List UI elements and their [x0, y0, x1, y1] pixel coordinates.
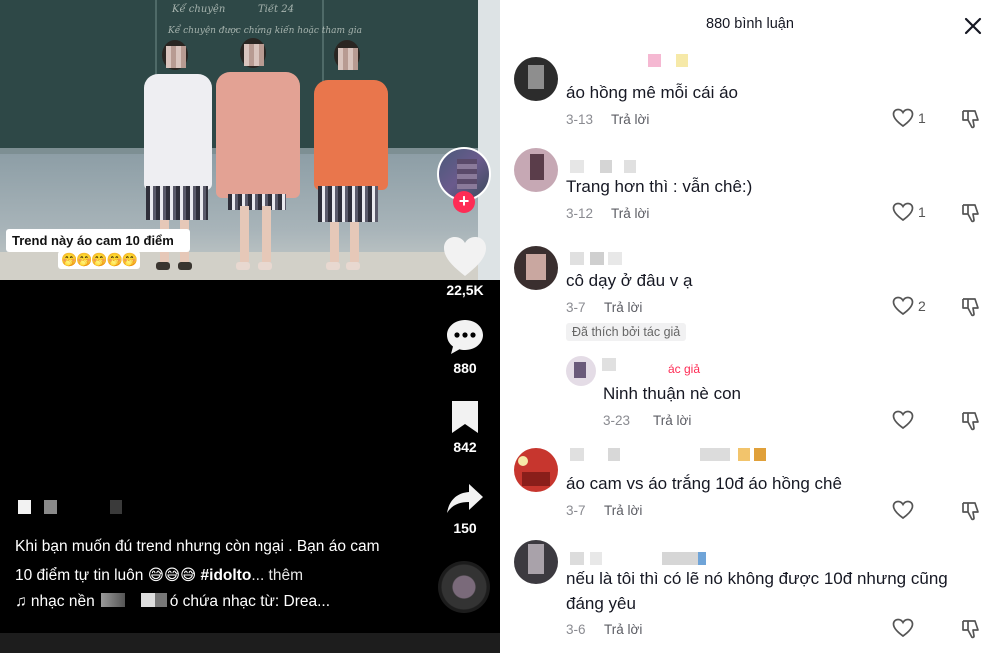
see-more-link[interactable]: ... thêm	[251, 567, 303, 584]
comment-like-button[interactable]	[892, 500, 932, 522]
reply-button[interactable]: Trả lời	[611, 206, 649, 221]
reply-button[interactable]: Trả lời	[653, 413, 691, 428]
dislike-icon[interactable]	[960, 410, 984, 432]
like-count: 22,5K	[446, 282, 484, 298]
comment-like-button[interactable]: 1	[892, 108, 932, 130]
close-icon[interactable]	[962, 15, 984, 37]
comment-item: cô dạy ở đâu v ạ 3-7 Trả lời 2 Đã thích …	[500, 246, 1000, 346]
video-player[interactable]: Kể chuyện Tiết 24 Kể chuyện được chứng k…	[0, 0, 500, 653]
comment-button[interactable]: 880	[430, 318, 500, 376]
comment-text: nếu là tôi thì có lẽ nó không được 10đ n…	[566, 569, 948, 613]
hashtag-link[interactable]: #idolto	[201, 567, 252, 584]
comment-text: Trang hơn thì : vẫn chê:)	[566, 177, 753, 196]
dislike-icon[interactable]	[960, 296, 984, 318]
comment-like-button[interactable]	[892, 410, 932, 432]
comments-count-title: 880 bình luận	[706, 16, 794, 32]
author-badge: ác giả	[668, 362, 701, 376]
description-text: Khi bạn muốn đú trend nhưng còn ngại . B…	[15, 538, 380, 584]
reply-button[interactable]: Trả lời	[604, 622, 642, 637]
comment-text: áo hồng mê mỗi cái áo	[566, 83, 738, 102]
avatar[interactable]	[514, 246, 558, 290]
comment-bubble-icon	[447, 320, 483, 354]
blackboard-text: Kể chuyện được chứng kiến hoặc tham gia	[168, 26, 362, 36]
avatar[interactable]	[566, 356, 596, 386]
comment-like-button[interactable]: 1	[892, 202, 932, 224]
heart-outline-icon	[892, 618, 914, 638]
video-caption: Trend này áo cam 10 điểm	[6, 229, 190, 252]
share-count: 150	[453, 520, 477, 536]
heart-icon	[444, 237, 486, 276]
music-disc-icon[interactable]	[438, 561, 490, 613]
share-arrow-icon	[447, 484, 483, 513]
reply-button[interactable]: Trả lời	[604, 300, 642, 315]
save-button[interactable]: 842	[430, 399, 500, 455]
video-frame[interactable]: Kể chuyện Tiết 24 Kể chuyện được chứng k…	[0, 0, 500, 280]
share-button[interactable]: 150	[430, 482, 500, 536]
music-note-icon: ♫ nhạc nền	[15, 593, 95, 610]
heart-outline-icon	[892, 410, 914, 430]
save-count: 842	[453, 439, 477, 455]
reply-button[interactable]: Trả lời	[604, 503, 642, 518]
comment-count: 880	[453, 360, 477, 376]
comment-text: Ninh thuận nè con	[603, 384, 741, 403]
liked-by-author-badge: Đã thích bởi tác giả	[566, 323, 687, 341]
dislike-icon[interactable]	[960, 202, 984, 224]
plus-icon: +	[458, 191, 470, 211]
comment-text: cô dạy ở đâu v ạ	[566, 271, 693, 290]
comment-date: 3-23	[603, 413, 631, 428]
dislike-icon[interactable]	[960, 108, 984, 130]
comment-date: 3-7	[566, 503, 586, 518]
heart-outline-icon	[892, 108, 914, 128]
heart-outline-icon	[892, 202, 914, 222]
video-caption-emoji: 🤭🤭🤭🤭🤭	[58, 251, 140, 269]
comment-like-count: 2	[918, 298, 926, 314]
reply-button[interactable]: Trả lời	[611, 112, 649, 127]
comment-date: 3-6	[566, 622, 586, 637]
blackboard-text: Tiết 24	[258, 4, 294, 15]
blackboard-text: Kể chuyện	[172, 4, 226, 15]
comment-like-button[interactable]	[892, 618, 932, 640]
comment-like-count: 1	[918, 110, 926, 126]
avatar[interactable]	[514, 148, 558, 192]
music-title: ó chứa nhạc từ: Drea...	[169, 593, 331, 610]
comment-item: áo hồng mê mỗi cái áo 3-13 Trả lời 1	[500, 54, 1000, 134]
comment-reply-item: ác giả Ninh thuận nè con 3-23 Trả lời	[500, 354, 1000, 434]
dislike-icon[interactable]	[960, 618, 984, 640]
bottom-bar	[0, 633, 500, 653]
video-description: Khi bạn muốn đú trend nhưng còn ngại . B…	[15, 532, 395, 590]
avatar[interactable]	[514, 540, 558, 584]
music-info[interactable]: ♫ nhạc nền ó chứa nhạc từ: Drea...	[15, 593, 330, 611]
comment-like-count: 1	[918, 204, 926, 220]
comment-text: áo cam vs áo trắng 10đ áo hồng chê	[566, 474, 842, 493]
comment-like-button[interactable]: 2	[892, 296, 932, 318]
comments-panel: 880 bình luận áo hồng mê mỗi cái áo 3-13…	[500, 0, 1000, 653]
comment-date: 3-12	[566, 206, 594, 221]
follow-button[interactable]: +	[453, 191, 475, 213]
comment-date: 3-13	[566, 112, 594, 127]
comment-date: 3-7	[566, 300, 586, 315]
avatar[interactable]	[514, 57, 558, 101]
comment-item: Trang hơn thì : vẫn chê:) 3-12 Trả lời 1	[500, 148, 1000, 228]
dislike-icon[interactable]	[960, 500, 984, 522]
avatar[interactable]	[514, 448, 558, 492]
like-button[interactable]: 22,5K	[430, 236, 500, 298]
comment-item: áo cam vs áo trắng 10đ áo hồng chê 3-7 T…	[500, 444, 1000, 524]
heart-outline-icon	[892, 296, 914, 316]
bookmark-icon	[452, 401, 478, 433]
heart-outline-icon	[892, 500, 914, 520]
comment-item: nếu là tôi thì có lẽ nó không được 10đ n…	[500, 538, 1000, 653]
